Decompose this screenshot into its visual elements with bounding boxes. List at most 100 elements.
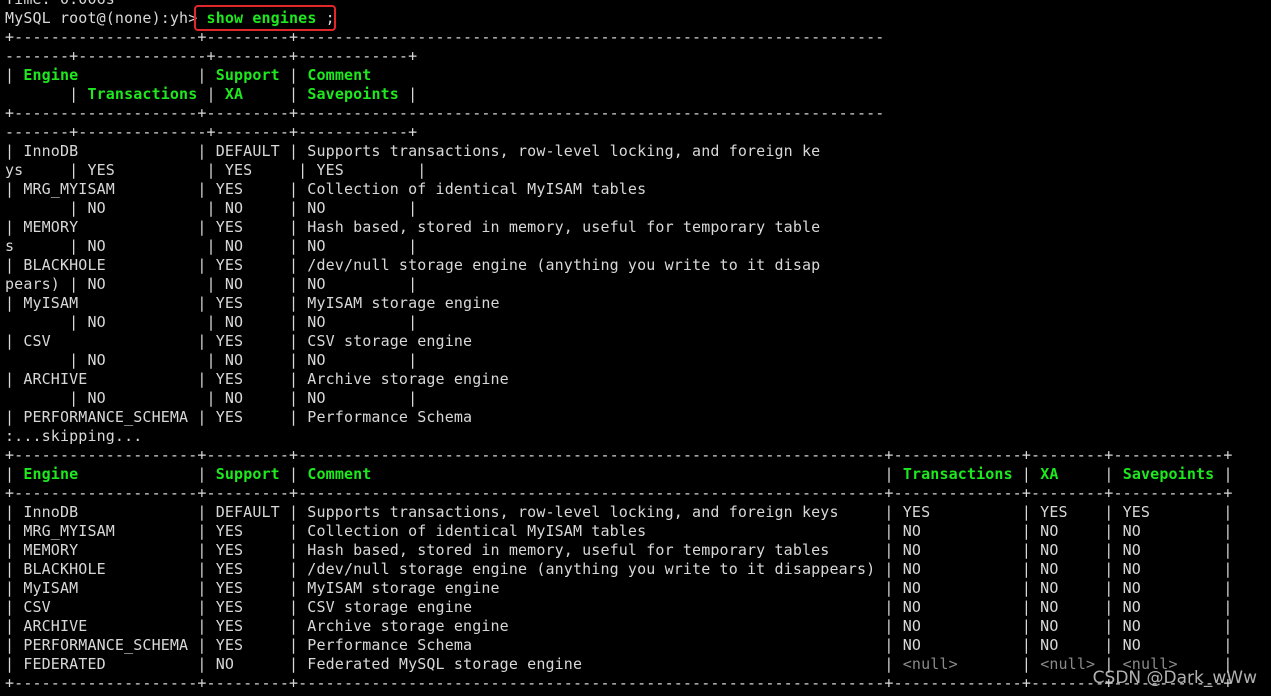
terminal-line: | MyISAM | YES | MyISAM storage engine |… (5, 579, 1233, 598)
table-header-cell: Comment (307, 465, 372, 483)
table-header-cell: Support (215, 66, 280, 84)
terminal-line: | PERFORMANCE_SCHEMA | YES | Performance… (5, 636, 1233, 655)
terminal-text: | BLACKHOLE | YES | /dev/null storage en… (5, 560, 1233, 578)
terminal-text: | (1012, 465, 1041, 483)
terminal-line: | InnoDB | DEFAULT | Supports transactio… (5, 142, 1233, 161)
terminal-text: | ARCHIVE | YES | Archive storage engine… (5, 617, 1233, 635)
table-header-cell: Savepoints (1122, 465, 1215, 483)
terminal-text: | CSV | YES | CSV storage engine (5, 332, 473, 350)
terminal-text: | (1058, 465, 1123, 483)
terminal-text: | (78, 465, 216, 483)
terminal-text: | (1214, 465, 1233, 483)
terminal-text: | FEDERATED | NO | Federated MySQL stora… (5, 655, 903, 673)
table-header-cell: XA (1040, 465, 1059, 483)
terminal-text: | (398, 85, 418, 103)
terminal-text: | InnoDB | DEFAULT | Supports transactio… (5, 503, 1233, 521)
terminal-text: | MEMORY | YES | Hash based, stored in m… (5, 218, 821, 236)
terminal-text: | (371, 465, 903, 483)
terminal-text: | ARCHIVE | YES | Archive storage engine (5, 370, 509, 388)
terminal-line: | Transactions | XA | Savepoints | (5, 85, 1233, 104)
terminal-text: +--------------------+---------+--------… (5, 104, 885, 122)
terminal-line: | FEDERATED | NO | Federated MySQL stora… (5, 655, 1233, 674)
terminal-text: +--------------------+---------+--------… (5, 28, 885, 46)
table-header-cell: Transactions (902, 465, 1013, 483)
terminal-text: | PERFORMANCE_SCHEMA | YES | Performance… (5, 408, 473, 426)
terminal-line: +--------------------+---------+--------… (5, 674, 1233, 693)
terminal-line: | CSV | YES | CSV storage engine (5, 332, 1233, 351)
terminal-line: -------+--------------+--------+--------… (5, 123, 1233, 142)
terminal-line: | MEMORY | YES | Hash based, stored in m… (5, 541, 1233, 560)
terminal-line: MySQL root@(none):yh> show engines ; (5, 9, 1233, 28)
terminal-text: | InnoDB | DEFAULT | Supports transactio… (5, 142, 821, 160)
terminal-line: | MyISAM | YES | MyISAM storage engine (5, 294, 1233, 313)
command-highlight-box (194, 5, 336, 31)
terminal-text: | (197, 85, 225, 103)
terminal-text: :...skipping... (5, 427, 143, 445)
terminal-text: | NO | NO | NO | (5, 351, 418, 369)
terminal-line: +--------------------+---------+--------… (5, 104, 1233, 123)
terminal-line: s | NO | NO | NO | (5, 237, 1233, 256)
terminal-text: | MEMORY | YES | Hash based, stored in m… (5, 541, 1233, 559)
terminal-line: | CSV | YES | CSV storage engine | NO | … (5, 598, 1233, 617)
terminal-output[interactable]: Time: 0.006sMySQL root@(none):yh> show e… (5, 0, 1233, 693)
terminal-line: ys | YES | YES | YES | (5, 161, 1233, 180)
terminal-text: | (78, 66, 216, 84)
terminal-text: s | NO | NO | NO | (5, 237, 418, 255)
terminal-text: -------+--------------+--------+--------… (5, 47, 418, 65)
terminal-line: | InnoDB | DEFAULT | Supports transactio… (5, 503, 1233, 522)
null-value: <null> (1040, 655, 1096, 673)
terminal-line: +--------------------+---------+--------… (5, 28, 1233, 47)
terminal-text: | CSV | YES | CSV storage engine | NO | … (5, 598, 1233, 616)
terminal-line: -------+--------------+--------+--------… (5, 47, 1233, 66)
terminal-line: Time: 0.006s (5, 0, 1233, 9)
terminal-text: | (5, 66, 24, 84)
table-header-cell: Transactions (87, 85, 198, 103)
table-header-cell: Engine (23, 66, 79, 84)
terminal-line: +--------------------+---------+--------… (5, 446, 1233, 465)
terminal-text: | (5, 465, 24, 483)
terminal-text: | NO | NO | NO | (5, 389, 418, 407)
terminal-text: | MRG_MYISAM | YES | Collection of ident… (5, 522, 1233, 540)
terminal-text: pears) | NO | NO | NO | (5, 275, 418, 293)
watermark: CSDN @Dark_wWw (1092, 668, 1257, 688)
terminal-text: +--------------------+---------+--------… (5, 484, 1233, 502)
terminal-text: | (279, 465, 308, 483)
table-header-cell: Comment (307, 66, 372, 84)
terminal-text: | (957, 655, 1041, 673)
terminal-text: | MyISAM | YES | MyISAM storage engine (5, 294, 500, 312)
terminal-text: | NO | NO | NO | (5, 313, 418, 331)
terminal-line: | BLACKHOLE | YES | /dev/null storage en… (5, 560, 1233, 579)
null-value: <null> (902, 655, 958, 673)
terminal-line: pears) | NO | NO | NO | (5, 275, 1233, 294)
terminal-line: | NO | NO | NO | (5, 313, 1233, 332)
terminal-line: | NO | NO | NO | (5, 199, 1233, 218)
terminal-text: | MRG_MYISAM | YES | Collection of ident… (5, 180, 647, 198)
terminal-text: ys | YES | YES | YES | (5, 161, 427, 179)
table-header-cell: Engine (23, 465, 79, 483)
terminal-line: | ARCHIVE | YES | Archive storage engine (5, 370, 1233, 389)
terminal-line: | PERFORMANCE_SCHEMA | YES | Performance… (5, 408, 1233, 427)
table-header-cell: Support (215, 465, 280, 483)
terminal-line: | ARCHIVE | YES | Archive storage engine… (5, 617, 1233, 636)
terminal-text: | BLACKHOLE | YES | /dev/null storage en… (5, 256, 821, 274)
terminal-text: Time: 0.006s (5, 0, 115, 8)
terminal-line: | BLACKHOLE | YES | /dev/null storage en… (5, 256, 1233, 275)
terminal-text: +--------------------+---------+--------… (5, 674, 1233, 692)
terminal-line: | MRG_MYISAM | YES | Collection of ident… (5, 180, 1233, 199)
terminal-text: | (5, 85, 88, 103)
terminal-line: | MRG_MYISAM | YES | Collection of ident… (5, 522, 1233, 541)
terminal-line: :...skipping... (5, 427, 1233, 446)
terminal-line: | Engine | Support | Comment (5, 66, 1233, 85)
terminal-text: -------+--------------+--------+--------… (5, 123, 418, 141)
terminal-text: | NO | NO | NO | (5, 199, 418, 217)
terminal-line: | MEMORY | YES | Hash based, stored in m… (5, 218, 1233, 237)
terminal-text: | PERFORMANCE_SCHEMA | YES | Performance… (5, 636, 1233, 654)
terminal-text: +--------------------+---------+--------… (5, 446, 1233, 464)
terminal-text: | MyISAM | YES | MyISAM storage engine |… (5, 579, 1233, 597)
terminal-line: | NO | NO | NO | (5, 389, 1233, 408)
table-header-cell: XA (224, 85, 244, 103)
terminal-line: +--------------------+---------+--------… (5, 484, 1233, 503)
terminal-text: | (279, 66, 308, 84)
table-header-cell: Savepoints (307, 85, 399, 103)
terminal-text: MySQL root@(none):yh> (5, 9, 207, 27)
